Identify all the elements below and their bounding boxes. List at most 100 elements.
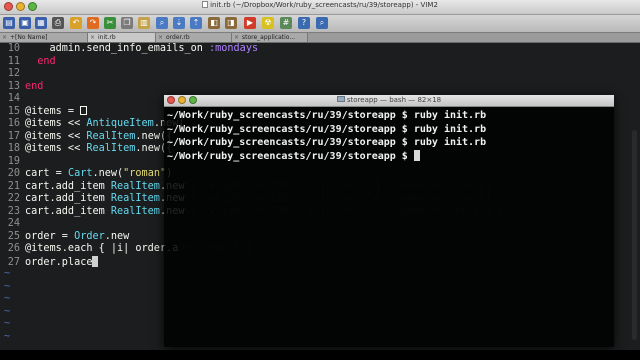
window-title: init.rb (~/Dropbox/Work/ruby_screencasts… xyxy=(0,1,640,9)
code-token: .new( xyxy=(92,168,124,179)
copy-icon[interactable]: ❐ xyxy=(121,17,133,29)
find-help-icon[interactable]: ⌕ xyxy=(316,17,328,29)
vim-window: init.rb (~/Dropbox/Work/ruby_screencasts… xyxy=(0,0,640,350)
line-number: 12 xyxy=(7,68,20,79)
tab-3[interactable]: × store_applicatio... xyxy=(232,33,308,42)
code-line[interactable]: 24 xyxy=(0,218,25,231)
line-number: 17 xyxy=(7,130,20,142)
code-token: .new xyxy=(104,230,130,242)
save-icon[interactable]: ▣ xyxy=(19,17,31,29)
title-bar: init.rb (~/Dropbox/Work/ruby_screencasts… xyxy=(0,0,640,15)
terminal-window[interactable]: storeapp — bash — 82×18 ~/Work/ruby_scre… xyxy=(164,95,614,347)
code-token: Cart xyxy=(67,168,93,179)
folder-icon xyxy=(336,96,345,102)
code-line[interactable]: 11 end xyxy=(0,56,56,69)
text-cursor xyxy=(92,255,99,267)
line-number: 26 xyxy=(7,243,20,254)
code-token: RealItem xyxy=(86,130,136,142)
empty-array-brackets xyxy=(80,105,88,115)
line-number: 23 xyxy=(7,205,20,217)
code-token: RealItem xyxy=(86,143,136,154)
code-line[interactable]: 19 xyxy=(0,156,25,169)
empty-line-tilde: ~ xyxy=(4,280,11,292)
tab-2[interactable]: × order.rb xyxy=(156,33,232,42)
code-token: cart.add_item xyxy=(25,205,111,217)
tab-close-icon[interactable]: × xyxy=(158,33,163,42)
document-icon xyxy=(202,1,209,8)
tab-1[interactable]: × init.rb xyxy=(88,33,156,42)
code-line[interactable]: 25 order = Order.new xyxy=(0,230,130,244)
line-number: 21 xyxy=(7,180,20,192)
terminal-title-bar: storeapp — bash — 82×18 xyxy=(164,95,614,107)
code-token: RealItem xyxy=(110,193,160,204)
line-number: 20 xyxy=(7,168,20,179)
tab-bar: × +[No Name] × init.rb × order.rb × store_appli… xyxy=(0,33,640,43)
code-token: @items << xyxy=(25,130,87,142)
load-session-icon[interactable]: ◧ xyxy=(208,17,220,29)
code-line[interactable]: 20cart = Cart.new("roman") xyxy=(0,168,173,181)
line-number: 24 xyxy=(7,218,20,229)
code-line[interactable]: 15 @items = xyxy=(0,105,88,119)
save-session-icon[interactable]: ◨ xyxy=(225,17,237,29)
empty-line-tilde: ~ xyxy=(4,305,11,317)
code-line[interactable]: 27 order.place xyxy=(0,255,99,269)
terminal-line-text: ~/Work/ruby_screencasts/ru/39/storeapp $… xyxy=(167,123,487,135)
code-token: @items << xyxy=(25,143,87,154)
terminal-line-text: ~/Work/ruby_screencasts/ru/39/storeapp $ xyxy=(167,150,414,162)
terminal-line: ~/Work/ruby_screencasts/ru/39/storeapp $… xyxy=(167,136,611,150)
tab-label: store_applicatio... xyxy=(242,34,296,41)
print-icon[interactable]: ⎙ xyxy=(52,17,64,29)
tab-label: +[No Name] xyxy=(10,34,48,41)
line-number: 22 xyxy=(7,193,20,204)
terminal-cursor xyxy=(413,149,420,161)
code-token: cart.add_item xyxy=(25,193,111,204)
paste-icon[interactable]: ▥ xyxy=(138,17,150,29)
tab-close-icon[interactable]: × xyxy=(234,33,239,42)
tab-0[interactable]: × +[No Name] xyxy=(0,33,88,42)
code-line[interactable]: 18 @items << RealItem.new({ xyxy=(0,143,173,156)
empty-line-tilde: ~ xyxy=(4,318,11,329)
find-replace-icon[interactable]: ⌕ xyxy=(156,17,168,29)
redo-icon[interactable]: ↷ xyxy=(87,17,99,29)
code-token: end xyxy=(25,55,56,67)
cut-icon[interactable]: ✂ xyxy=(104,17,116,29)
build-tags-icon[interactable]: # xyxy=(280,17,292,29)
line-number: 19 xyxy=(7,155,20,167)
code-token: @items = xyxy=(25,105,81,117)
open-icon[interactable]: ▤ xyxy=(3,17,15,29)
terminal-line: ~/Work/ruby_screencasts/ru/39/storeapp $… xyxy=(167,109,611,123)
code-line[interactable]: 16@items << AntiqueItem.new( xyxy=(0,118,185,131)
code-token: Order xyxy=(74,230,105,242)
tab-close-icon[interactable]: × xyxy=(2,33,7,42)
help-icon[interactable]: ? xyxy=(298,17,310,29)
run-script-icon[interactable]: ▶ xyxy=(244,17,256,29)
editor-scrollbar[interactable] xyxy=(632,130,637,340)
code-line[interactable]: 13 end xyxy=(0,80,44,94)
terminal-output[interactable]: ~/Work/ruby_screencasts/ru/39/storeapp $… xyxy=(164,107,614,165)
code-token: AntiqueItem xyxy=(86,118,154,129)
code-token: admin.send_info_emails_on xyxy=(25,43,210,54)
tab-label: init.rb xyxy=(98,34,116,41)
terminal-title: storeapp — bash — 82×18 xyxy=(164,95,614,106)
make-icon[interactable]: ☢ xyxy=(262,17,274,29)
code-line[interactable]: 17 @items << RealItem.new({ xyxy=(0,130,173,144)
code-line[interactable]: 10 admin.send_info_emails_on :mondays xyxy=(0,43,258,56)
code-token: @items << xyxy=(25,118,87,129)
tab-close-icon[interactable]: × xyxy=(90,33,95,42)
code-token: RealItem xyxy=(110,180,160,192)
code-token: cart = xyxy=(25,168,68,179)
code-token: order.place xyxy=(25,256,93,268)
code-line[interactable]: 12 xyxy=(0,68,25,81)
undo-icon[interactable]: ↶ xyxy=(70,17,82,29)
line-number: 11 xyxy=(7,55,20,67)
line-number: 13 xyxy=(7,80,20,92)
find-next-icon[interactable]: ⇣ xyxy=(173,17,185,29)
save-all-icon[interactable]: ▦ xyxy=(35,17,47,29)
find-prev-icon[interactable]: ⇡ xyxy=(190,17,202,29)
tab-label: order.rb xyxy=(166,34,190,41)
line-number: 18 xyxy=(7,143,20,154)
terminal-line: ~/Work/ruby_screencasts/ru/39/storeapp $ xyxy=(167,149,611,164)
empty-line-tilde: ~ xyxy=(4,268,11,279)
code-line[interactable]: 14 xyxy=(0,93,25,106)
terminal-line-text: ~/Work/ruby_screencasts/ru/39/storeapp $… xyxy=(167,110,487,121)
